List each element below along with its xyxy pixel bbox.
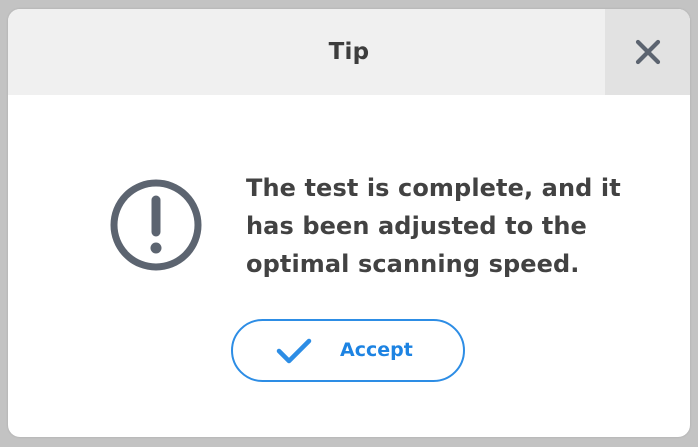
message-line-3: optimal scanning speed. [246,250,580,278]
close-icon[interactable] [635,39,661,65]
close-button[interactable] [605,9,690,95]
dialog-title: Tip [328,39,370,65]
exclamation-circle-icon [109,178,203,272]
tip-dialog: Tip The test is complete, and it has bee… [8,9,690,437]
accept-button[interactable]: Accept [231,319,465,382]
accept-button-label: Accept [340,339,413,361]
dialog-titlebar: Tip [8,9,690,95]
message-line-1: The test is complete, and it [246,174,621,202]
dialog-message: The test is complete, and it has been ad… [246,169,646,283]
message-line-2: has been adjusted to the [246,212,587,240]
checkmark-icon [276,337,312,365]
